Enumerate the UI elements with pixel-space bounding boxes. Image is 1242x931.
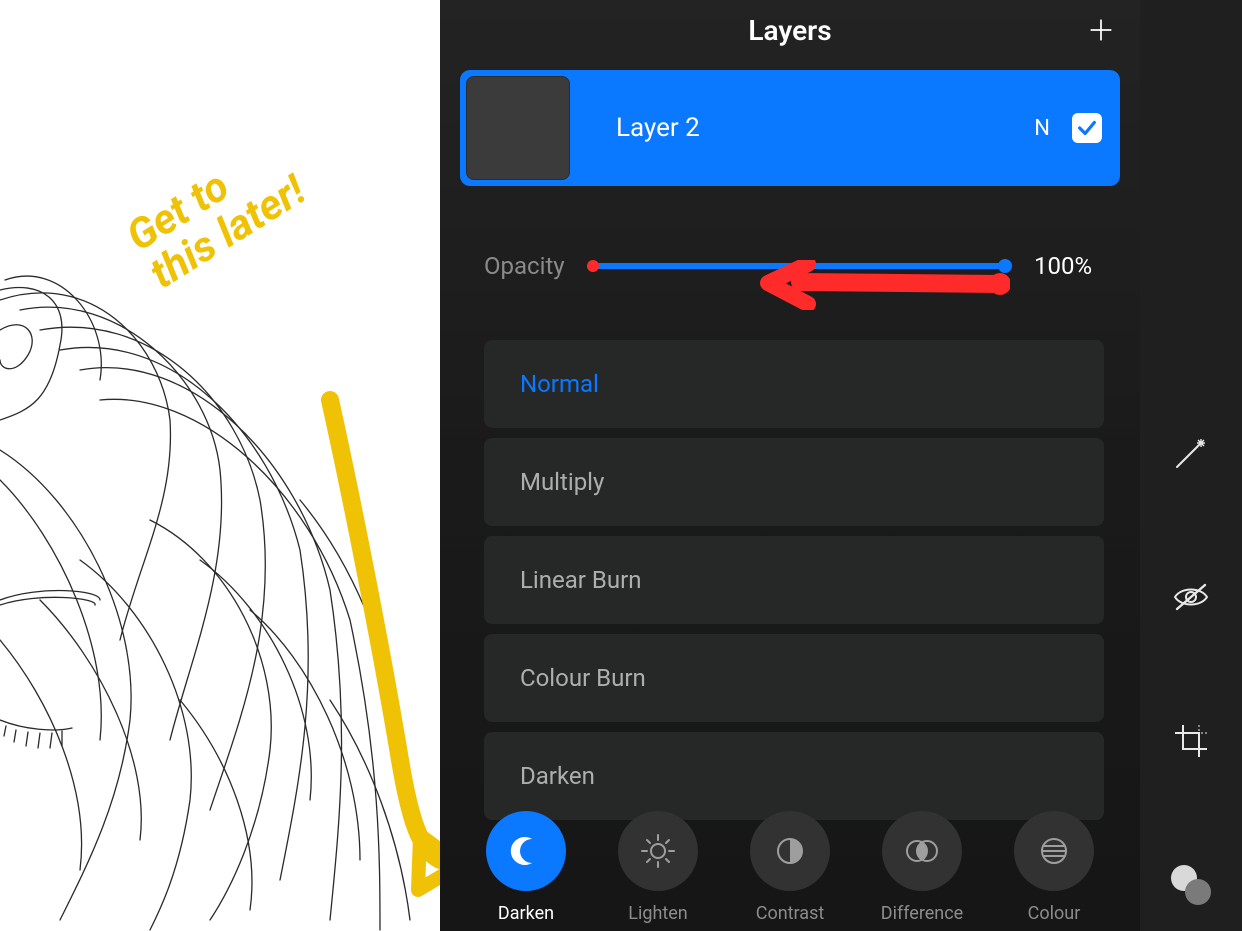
panel-title: Layers — [748, 14, 831, 47]
blend-mode-item[interactable]: Colour Burn — [484, 634, 1104, 722]
crop-button[interactable] — [1167, 717, 1215, 765]
opacity-slider-thumb[interactable] — [998, 259, 1012, 273]
layer-row[interactable]: Layer 2 N — [460, 70, 1120, 186]
blend-category-difference[interactable]: Difference — [862, 811, 982, 924]
layers-panel: Layers Layer 2 N Opacity 100% Normal Mult… — [440, 0, 1140, 931]
opacity-row: Opacity 100% — [484, 246, 1104, 286]
magic-wand-button[interactable] — [1167, 429, 1215, 477]
right-toolbar — [1140, 0, 1242, 931]
blend-category-row: Darken Lighten Contrast Difference Colour — [440, 811, 1140, 931]
color-swatch-icon — [1171, 865, 1211, 905]
panel-header: Layers — [440, 0, 1140, 60]
canvas-area[interactable] — [0, 0, 440, 931]
overlap-icon — [882, 811, 962, 891]
plus-icon — [1088, 17, 1114, 43]
blend-category-darken[interactable]: Darken — [466, 811, 586, 924]
blend-mode-list: Normal Multiply Linear Burn Colour Burn Dark… — [484, 340, 1104, 820]
half-circle-icon — [750, 811, 830, 891]
layer-blend-indicator[interactable]: N — [1034, 116, 1050, 141]
color-picker-button[interactable] — [1167, 861, 1215, 909]
blend-category-contrast[interactable]: Contrast — [730, 811, 850, 924]
visibility-toggle-button[interactable] — [1167, 573, 1215, 621]
layer-visibility-checkbox[interactable] — [1072, 113, 1102, 143]
opacity-value: 100% — [1034, 252, 1104, 280]
category-label: Difference — [881, 903, 963, 924]
magic-wand-icon — [1171, 433, 1211, 473]
blend-mode-item[interactable]: Darken — [484, 732, 1104, 820]
category-label: Contrast — [756, 903, 825, 924]
category-label: Colour — [1028, 903, 1081, 924]
sun-icon — [618, 811, 698, 891]
blend-mode-item[interactable]: Multiply — [484, 438, 1104, 526]
moon-icon — [486, 811, 566, 891]
blend-category-colour[interactable]: Colour — [994, 811, 1114, 924]
app-root: Get to this later! Layers Layer 2 N Opac… — [0, 0, 1242, 931]
lines-icon — [1014, 811, 1094, 891]
layer-thumbnail[interactable] — [466, 76, 570, 180]
eye-off-icon — [1171, 577, 1211, 617]
add-layer-button[interactable] — [1086, 15, 1116, 45]
category-label: Darken — [498, 903, 554, 924]
layer-name-label: Layer 2 — [570, 113, 1034, 143]
opacity-slider[interactable] — [587, 263, 1006, 269]
opacity-label: Opacity — [484, 252, 565, 280]
crop-icon — [1171, 721, 1211, 761]
check-icon — [1076, 117, 1098, 139]
blend-mode-item[interactable]: Linear Burn — [484, 536, 1104, 624]
blend-category-lighten[interactable]: Lighten — [598, 811, 718, 924]
category-label: Lighten — [628, 903, 687, 924]
blend-mode-item[interactable]: Normal — [484, 340, 1104, 428]
